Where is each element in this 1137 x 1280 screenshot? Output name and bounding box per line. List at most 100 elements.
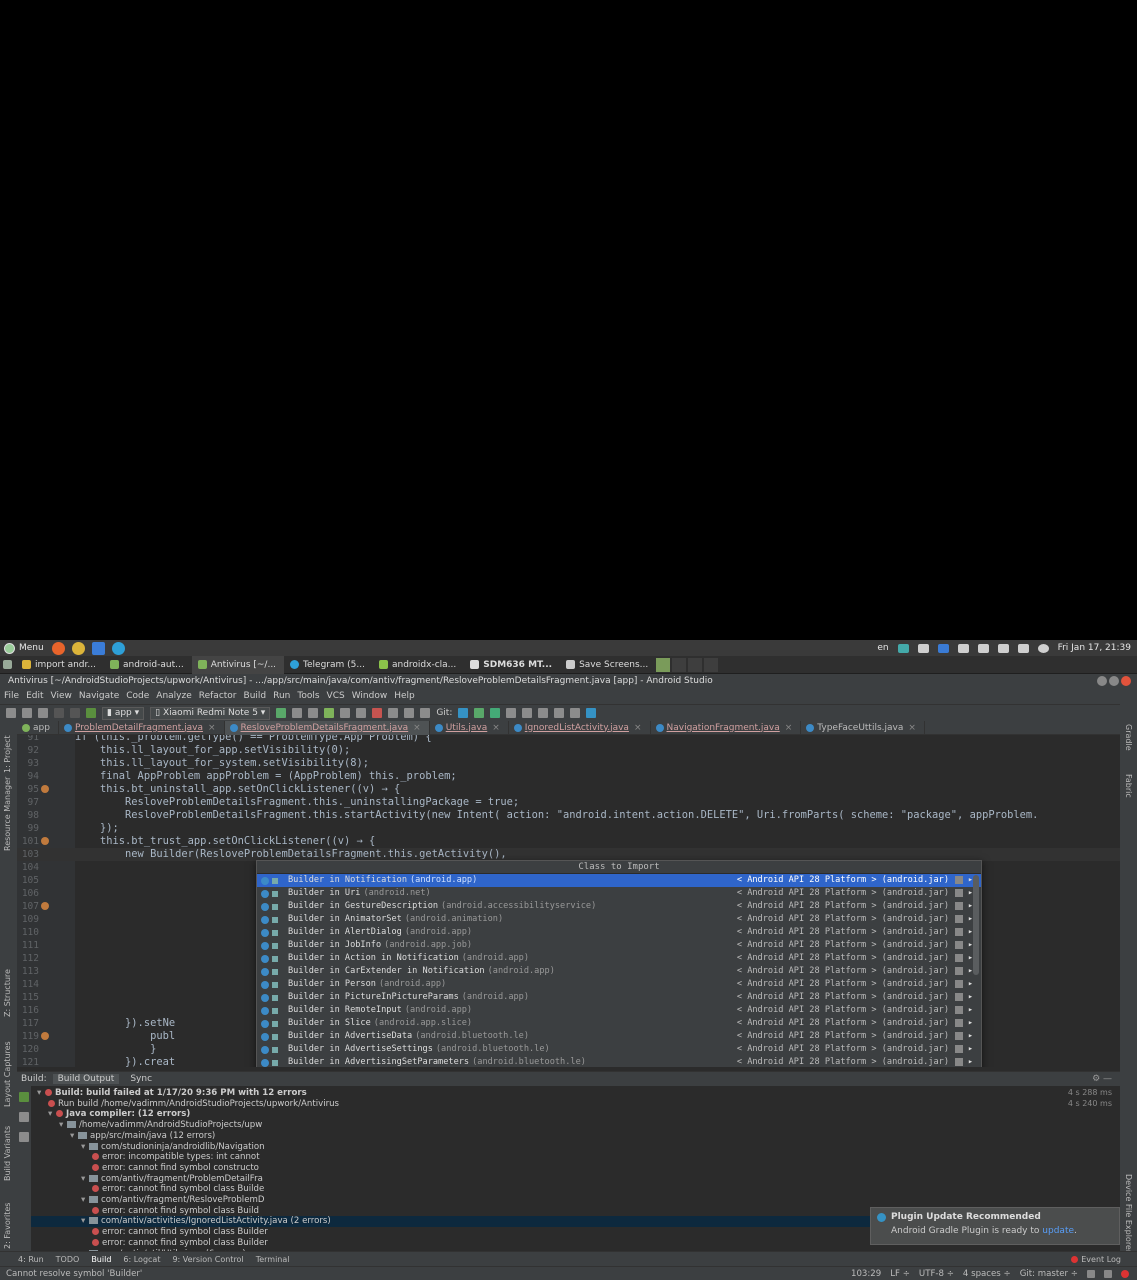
gutter-lambda-icon[interactable] <box>41 902 49 910</box>
menu-view[interactable]: View <box>51 691 72 701</box>
git-update-icon[interactable] <box>458 708 469 718</box>
bluetooth-icon[interactable] <box>917 643 929 653</box>
avd-manager-icon[interactable] <box>388 708 399 718</box>
debug-icon[interactable] <box>324 708 335 718</box>
menu-help[interactable]: Help <box>394 691 415 701</box>
tab-app[interactable]: app <box>17 720 59 735</box>
tool-gradle[interactable]: Gradle <box>1124 724 1133 751</box>
tool-fabric[interactable]: Fabric <box>1124 774 1133 798</box>
import-option[interactable]: Builder in AdvertisingSetParameters (andr… <box>257 1056 981 1067</box>
qbittorrent-icon[interactable] <box>111 641 125 655</box>
import-option[interactable]: Builder in AdvertiseData (android.bluetoo… <box>257 1030 981 1043</box>
menu-tools[interactable]: Tools <box>297 691 319 701</box>
tab-reslove-problem-details-fragment[interactable]: ResloveProblemDetailsFragment.java × <box>224 720 430 735</box>
submenu-arrow-icon[interactable]: ▸ <box>968 978 973 991</box>
run-config-select[interactable]: ▮ app ▾ <box>102 706 145 720</box>
build-tree-row[interactable]: Run build /home/vadimm/AndroidStudioProj… <box>31 1099 339 1110</box>
menu-analyze[interactable]: Analyze <box>156 691 191 701</box>
keyboard-layout[interactable]: en <box>877 643 888 653</box>
gradle-sync-icon[interactable] <box>420 708 431 718</box>
build-tree-row[interactable]: ▾ com/antiv/fragment/ProblemDetailFra <box>31 1174 263 1185</box>
menu-code[interactable]: Code <box>126 691 149 701</box>
gutter-lambda-icon[interactable] <box>41 1032 49 1040</box>
import-option[interactable]: Builder in JobInfo (android.app.job) < And… <box>257 939 981 952</box>
code-line[interactable]: 93 this.ll_layout_for_system.setVisibili… <box>17 757 1120 770</box>
profile-icon[interactable] <box>340 708 351 718</box>
device-select[interactable]: ▯ Xiaomi Redmi Note 5 ▾ <box>150 706 271 720</box>
tool-build[interactable]: Build <box>91 1255 111 1264</box>
make-project-icon[interactable] <box>86 708 96 718</box>
app-tray-icon[interactable] <box>897 643 909 653</box>
gutter-lambda-icon[interactable] <box>41 837 49 845</box>
tool-layout-captures[interactable]: Layout Captures <box>3 1041 12 1107</box>
thunderbird-icon[interactable] <box>91 641 105 655</box>
workspace-1[interactable] <box>656 657 671 672</box>
git-rollback-icon[interactable] <box>522 708 533 718</box>
menu-refactor[interactable]: Refactor <box>199 691 237 701</box>
tool-version-control[interactable]: 9: Version Control <box>172 1255 243 1264</box>
pin-icon[interactable] <box>19 1132 29 1142</box>
menu-window[interactable]: Window <box>352 691 388 701</box>
code-line[interactable]: 92 this.ll_layout_for_app.setVisibility(… <box>17 744 1120 757</box>
submenu-arrow-icon[interactable]: ▸ <box>968 991 973 1004</box>
tab-ignored-list-activity[interactable]: IgnoredListActivity.java × <box>509 720 651 735</box>
code-line[interactable]: 98 ResloveProblemDetailsFragment.this.st… <box>17 809 1120 822</box>
stop-icon[interactable] <box>372 708 383 718</box>
import-option[interactable]: Builder in Notification (android.app) < An… <box>257 874 981 887</box>
settings-gear-icon[interactable] <box>1037 643 1049 653</box>
tool-favorites[interactable]: 2: Favorites <box>3 1203 12 1249</box>
tool-terminal[interactable]: Terminal <box>256 1255 290 1264</box>
import-option[interactable]: Builder in AdvertiseSettings (android.blu… <box>257 1043 981 1056</box>
tool-run[interactable]: 4: Run <box>18 1255 44 1264</box>
build-settings-icon[interactable]: ⚙ — <box>1092 1074 1112 1084</box>
attach-debugger-icon[interactable] <box>356 708 367 718</box>
workspace-4[interactable] <box>704 657 719 672</box>
close-tab-icon[interactable]: × <box>208 723 216 733</box>
tab-navigation-fragment[interactable]: NavigationFragment.java × <box>651 720 802 735</box>
indent-setting[interactable]: 4 spaces ÷ <box>963 1269 1011 1279</box>
submenu-arrow-icon[interactable]: ▸ <box>968 1030 973 1043</box>
rebuild-icon[interactable] <box>19 1092 29 1102</box>
expand-arrow-icon[interactable]: ▾ <box>37 1088 45 1099</box>
error-indicator-icon[interactable] <box>1121 1269 1129 1278</box>
toggle-view-icon[interactable] <box>19 1112 29 1122</box>
git-commit-icon[interactable] <box>474 708 485 718</box>
volume-icon[interactable] <box>1017 643 1029 653</box>
task-save-screenshot[interactable]: Save Screens... <box>560 656 656 674</box>
build-tree-row[interactable]: ▾ com/antiv/fragment/ResloveProblemD <box>31 1195 264 1206</box>
build-tree-row[interactable]: error: cannot find symbol class Build <box>31 1206 259 1217</box>
mail-icon[interactable] <box>977 643 989 653</box>
tab-typeface-utils[interactable]: TypeFaceUttils.java × <box>801 720 925 735</box>
expand-arrow-icon[interactable]: ▾ <box>81 1216 89 1227</box>
os-menu-button[interactable]: Menu <box>0 642 52 654</box>
close-tab-icon[interactable]: × <box>908 723 916 733</box>
expand-arrow-icon[interactable]: ▾ <box>70 1131 78 1142</box>
caret-position[interactable]: 103:29 <box>851 1269 881 1279</box>
git-history-icon[interactable] <box>506 708 517 718</box>
clock[interactable]: Fri Jan 17, 21:39 <box>1058 643 1131 653</box>
menu-build[interactable]: Build <box>244 691 267 701</box>
build-tree-row[interactable]: ▾ app/src/main/java (12 errors) <box>31 1131 215 1142</box>
save-all-icon[interactable] <box>22 708 32 718</box>
expand-arrow-icon[interactable]: ▾ <box>48 1109 56 1120</box>
import-option[interactable]: Builder in PictureInPictureParams (androi… <box>257 991 981 1004</box>
popup-scrollbar[interactable] <box>973 875 979 975</box>
task-telegram[interactable]: Telegram (5... <box>284 656 373 674</box>
build-tree-row[interactable]: error: cannot find symbol class Builder <box>31 1227 268 1238</box>
sync-icon[interactable] <box>38 708 48 718</box>
show-desktop-icon[interactable] <box>3 660 12 669</box>
code-line[interactable]: 91 if (this._problem.getType() == Problem… <box>17 735 1120 744</box>
sdk-manager-icon[interactable] <box>404 708 415 718</box>
import-option[interactable]: Builder in AlertDialog (android.app) < And… <box>257 926 981 939</box>
expand-arrow-icon[interactable]: ▾ <box>59 1120 67 1131</box>
task-androidx-cla[interactable]: androidx-cla... <box>373 656 464 674</box>
back-icon[interactable] <box>54 708 64 718</box>
import-option[interactable]: Builder in AnimatorSet (android.animation… <box>257 913 981 926</box>
expand-arrow-icon[interactable]: ▾ <box>81 1174 89 1185</box>
maximize-button[interactable] <box>1109 676 1119 686</box>
git-push-icon[interactable] <box>490 708 501 718</box>
line-separator[interactable]: LF ÷ <box>890 1269 910 1279</box>
build-tree-row[interactable]: ▾ com/studioninja/androidlib/Navigation <box>31 1142 265 1153</box>
lock-icon[interactable] <box>1087 1269 1095 1278</box>
submenu-arrow-icon[interactable]: ▸ <box>968 1004 973 1017</box>
